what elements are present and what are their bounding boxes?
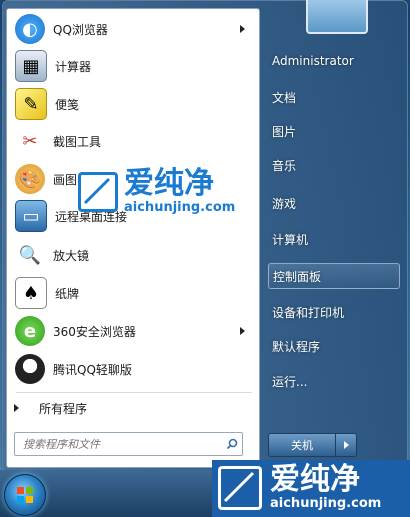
user-name-link[interactable]: Administrator	[268, 48, 400, 74]
search-field[interactable]	[14, 432, 243, 456]
search-input[interactable]	[21, 436, 222, 452]
solitaire-icon: ♠	[15, 277, 47, 309]
submenu-arrow-icon[interactable]	[240, 25, 245, 33]
right-item-label: 控制面板	[273, 269, 322, 284]
user-picture[interactable]	[306, 0, 368, 34]
program-snipping-tool[interactable]: ✂ 截图工具	[11, 123, 255, 159]
watermark-center: 爱纯净 aichunjing.com	[78, 168, 235, 215]
music-link[interactable]: 音乐	[268, 152, 400, 178]
shutdown-group: 关机	[268, 433, 357, 457]
program-label: 纸牌	[55, 286, 80, 301]
devices-printers-link[interactable]: 设备和打印机	[268, 299, 400, 325]
program-label: 画图	[53, 172, 78, 187]
program-label: 便笺	[55, 97, 80, 112]
program-label: QQ浏览器	[53, 22, 108, 37]
program-qq-lite[interactable]: 腾讯QQ轻聊版	[11, 351, 255, 387]
search-icon[interactable]	[222, 434, 242, 454]
watermark-domain: aichunjing.com	[270, 496, 382, 511]
program-sticky-notes[interactable]: ✎ 便笺	[11, 86, 255, 122]
right-item-label: 运行...	[272, 374, 308, 389]
qq-browser-icon: ◐	[15, 14, 45, 44]
submenu-arrow-icon[interactable]	[240, 327, 245, 335]
program-calculator[interactable]: ▦ 计算器	[11, 48, 255, 84]
watermark-domain: aichunjing.com	[124, 200, 236, 215]
games-link[interactable]: 游戏	[268, 190, 400, 216]
right-item-label: 设备和打印机	[272, 305, 345, 320]
pictures-link[interactable]: 图片	[268, 118, 400, 144]
program-360-browser[interactable]: e 360安全浏览器	[11, 313, 255, 349]
program-label: 计算器	[55, 59, 92, 74]
qq-penguin-icon	[15, 354, 45, 384]
program-label: 腾讯QQ轻聊版	[53, 362, 132, 377]
control-panel-link[interactable]: 控制面板	[268, 263, 400, 289]
chevron-right-icon	[343, 441, 349, 449]
program-solitaire[interactable]: ♠ 纸牌	[11, 275, 255, 311]
right-item-label: 游戏	[272, 196, 297, 211]
all-programs-button[interactable]: 所有程序	[14, 397, 87, 419]
program-label: 放大镜	[53, 248, 90, 263]
watermark-title: 爱纯净	[124, 166, 214, 201]
right-item-label: 文档	[272, 90, 297, 105]
program-magnifier[interactable]: 🔍 放大镜	[11, 237, 255, 273]
right-item-label: Administrator	[272, 54, 354, 68]
start-button[interactable]	[4, 474, 46, 516]
sticky-notes-icon: ✎	[15, 88, 47, 120]
shutdown-options-button[interactable]	[336, 433, 357, 457]
remote-desktop-icon: ▭	[15, 200, 47, 232]
watermark-logo	[218, 465, 262, 510]
program-label: 360安全浏览器	[53, 324, 136, 339]
magnifier-icon: 🔍	[18, 244, 42, 266]
shutdown-label: 关机	[291, 439, 313, 452]
watermark-corner: 爱纯净 aichunjing.com	[218, 464, 381, 511]
right-item-label: 音乐	[272, 158, 297, 173]
watermark-logo	[78, 171, 118, 212]
right-item-label: 默认程序	[272, 339, 321, 354]
windows-logo-icon	[17, 487, 33, 503]
default-programs-link[interactable]: 默认程序	[268, 333, 400, 359]
360-browser-icon: e	[15, 316, 45, 346]
separator	[16, 392, 252, 393]
computer-link[interactable]: 计算机	[268, 226, 400, 252]
all-programs-label: 所有程序	[39, 401, 88, 416]
calculator-icon: ▦	[15, 50, 47, 82]
run-link[interactable]: 运行...	[268, 368, 400, 394]
right-item-label: 计算机	[272, 232, 309, 247]
watermark-title: 爱纯净	[270, 462, 360, 497]
right-item-label: 图片	[272, 124, 297, 139]
shutdown-button[interactable]: 关机	[268, 433, 336, 457]
program-qq-browser[interactable]: ◐ QQ浏览器	[11, 11, 255, 47]
snipping-tool-icon: ✂	[22, 130, 38, 152]
program-label: 截图工具	[53, 134, 102, 149]
expand-arrow-icon	[14, 404, 19, 412]
paint-icon: 🎨	[15, 164, 45, 194]
documents-link[interactable]: 文档	[268, 84, 400, 110]
